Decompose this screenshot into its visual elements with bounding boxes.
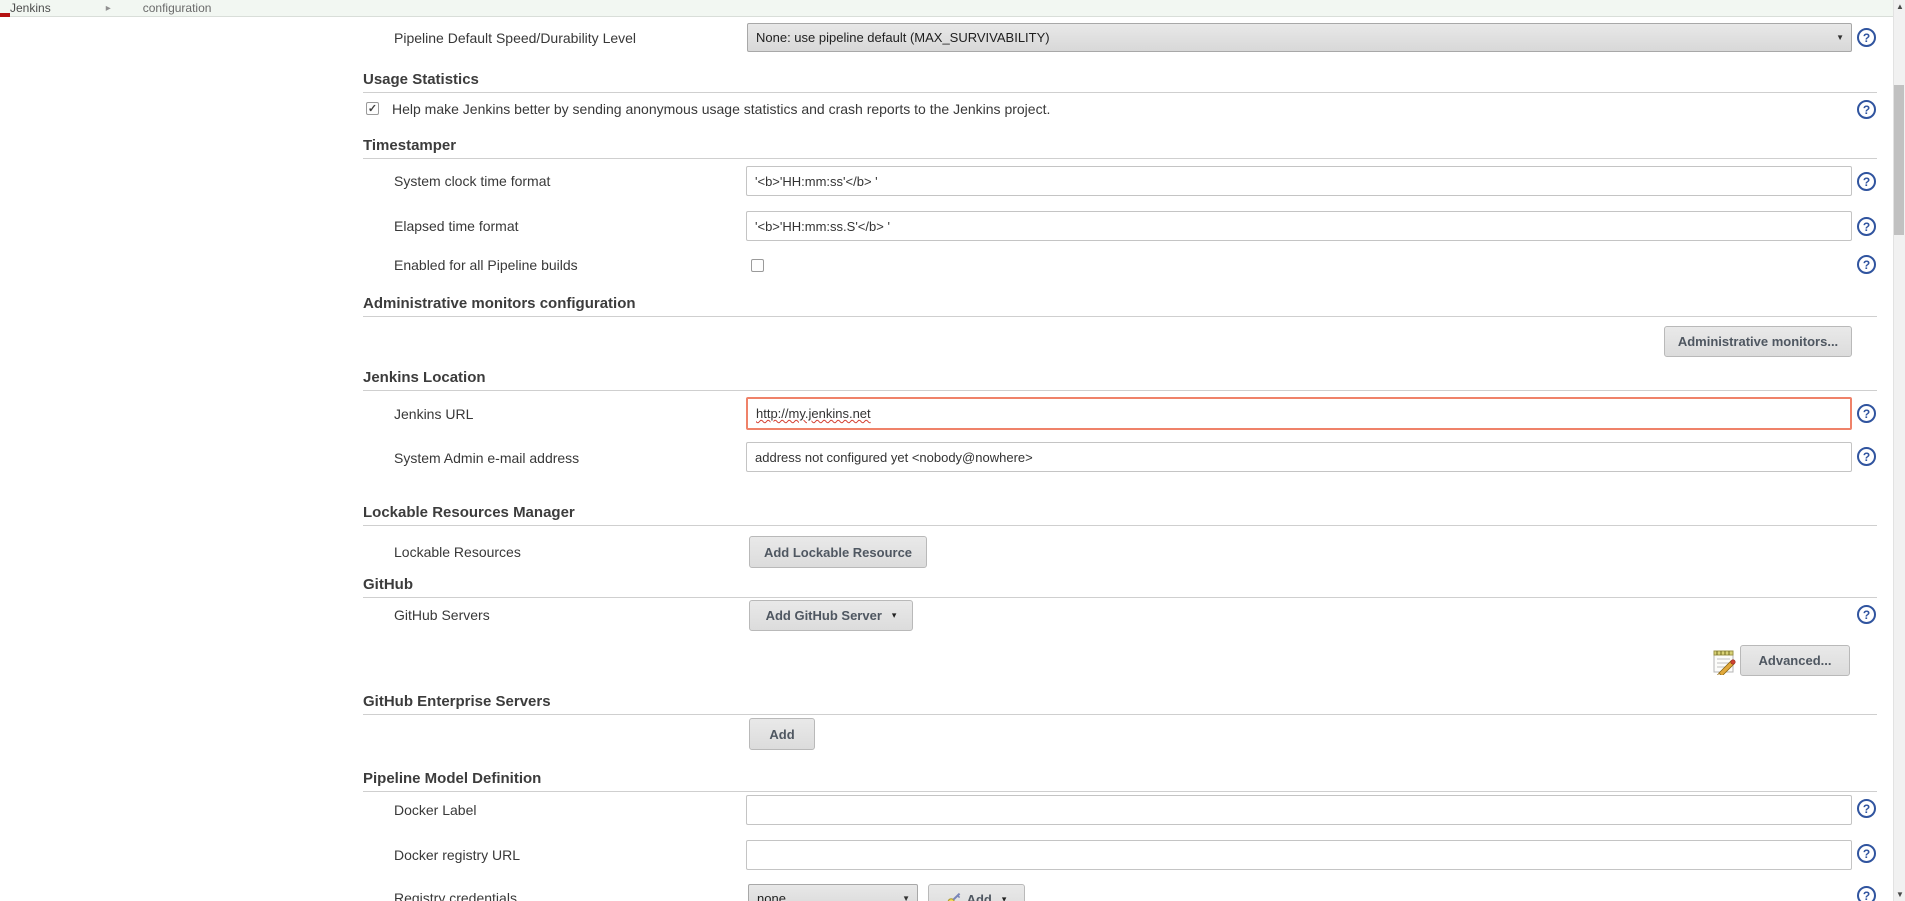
breadcrumb: Jenkins ▸ configuration	[0, 0, 1893, 17]
chevron-down-icon: ▾	[892, 610, 897, 621]
key-icon	[947, 892, 962, 901]
jenkins-configuration-page: Jenkins ▸ configuration Pipeline Default…	[0, 0, 1905, 901]
chevron-down-icon: ▾	[1002, 894, 1007, 901]
section-rule	[363, 390, 1877, 391]
administrative-monitors-button[interactable]: Administrative monitors...	[1664, 326, 1852, 357]
durability-label: Pipeline Default Speed/Durability Level	[394, 30, 636, 46]
usage-statistics-help-icon[interactable]: ?	[1857, 100, 1876, 119]
section-rule	[363, 316, 1877, 317]
breadcrumb-configuration-link[interactable]: configuration	[143, 1, 212, 15]
admin-monitors-header: Administrative monitors configuration	[363, 295, 636, 312]
github-advanced-button-label: Advanced...	[1759, 653, 1832, 668]
add-github-server-button-label: Add GitHub Server	[766, 608, 882, 623]
section-rule	[363, 525, 1877, 526]
github-advanced-button[interactable]: Advanced...	[1740, 645, 1850, 676]
docker-label-help-icon[interactable]: ?	[1857, 799, 1876, 818]
add-lockable-resource-button[interactable]: Add Lockable Resource	[749, 536, 927, 568]
registry-credentials-help-icon[interactable]: ?	[1857, 886, 1876, 901]
timestamper-header: Timestamper	[363, 137, 456, 154]
pipeline-builds-label: Enabled for all Pipeline builds	[394, 257, 578, 273]
pipeline-model-header: Pipeline Model Definition	[363, 770, 541, 787]
jenkins-location-header: Jenkins Location	[363, 369, 486, 386]
credentials-add-button-label: Add	[967, 892, 992, 901]
system-clock-format-input[interactable]: '<b>'HH:mm:ss'</b> '	[746, 166, 1852, 196]
elapsed-time-format-value: '<b>'HH:mm:ss.S'</b> '	[755, 219, 890, 234]
section-rule	[363, 597, 1877, 598]
section-rule	[363, 158, 1877, 159]
credentials-add-button[interactable]: Add ▾	[928, 884, 1025, 901]
chevron-down-icon: ▼	[902, 894, 910, 901]
github-enterprise-add-button[interactable]: Add	[749, 718, 815, 750]
add-github-server-button[interactable]: Add GitHub Server ▾	[749, 600, 913, 631]
system-clock-format-label: System clock time format	[394, 173, 550, 189]
registry-credentials-label: Registry credentials	[394, 890, 517, 901]
docker-label-label: Docker Label	[394, 802, 477, 818]
lockable-resources-header: Lockable Resources Manager	[363, 504, 575, 521]
github-servers-help-icon[interactable]: ?	[1857, 605, 1876, 624]
registry-credentials-select-value: none	[757, 891, 902, 901]
checkmark-icon: ✓	[368, 102, 377, 115]
usage-statistics-checkbox-label: Help make Jenkins better by sending anon…	[392, 101, 1050, 117]
github-enterprise-header: GitHub Enterprise Servers	[363, 693, 551, 710]
usage-statistics-header: Usage Statistics	[363, 71, 479, 88]
lockable-resources-label: Lockable Resources	[394, 544, 521, 560]
system-clock-format-help-icon[interactable]: ?	[1857, 172, 1876, 191]
pipeline-builds-checkbox[interactable]	[751, 259, 764, 272]
docker-label-input[interactable]	[746, 795, 1852, 825]
jenkins-url-input[interactable]: http://my.jenkins.net	[746, 397, 1852, 430]
admin-email-value: address not configured yet <nobody@nowhe…	[755, 450, 1033, 465]
admin-email-label: System Admin e-mail address	[394, 450, 579, 466]
scroll-up-icon[interactable]: ▲	[1894, 2, 1905, 11]
docker-registry-url-input[interactable]	[746, 840, 1852, 870]
section-rule	[363, 791, 1877, 792]
admin-email-input[interactable]: address not configured yet <nobody@nowhe…	[746, 442, 1852, 472]
pipeline-builds-help-icon[interactable]: ?	[1857, 255, 1876, 274]
section-rule	[363, 714, 1877, 715]
elapsed-time-format-input[interactable]: '<b>'HH:mm:ss.S'</b> '	[746, 211, 1852, 241]
jenkins-url-label: Jenkins URL	[394, 406, 473, 422]
durability-select-value: None: use pipeline default (MAX_SURVIVAB…	[756, 30, 1836, 45]
section-rule	[363, 92, 1877, 93]
durability-help-icon[interactable]: ?	[1857, 28, 1876, 47]
admin-email-help-icon[interactable]: ?	[1857, 447, 1876, 466]
docker-registry-url-label: Docker registry URL	[394, 847, 520, 863]
registry-credentials-select[interactable]: none ▼	[748, 884, 918, 901]
github-header: GitHub	[363, 576, 413, 593]
jenkins-url-value: http://my.jenkins.net	[756, 406, 871, 421]
notepad-edit-icon[interactable]	[1711, 647, 1737, 675]
breadcrumb-arrow-icon: ▸	[106, 3, 111, 14]
jenkins-url-help-icon[interactable]: ?	[1857, 404, 1876, 423]
docker-registry-url-help-icon[interactable]: ?	[1857, 844, 1876, 863]
elapsed-time-format-label: Elapsed time format	[394, 218, 519, 234]
scrollbar-thumb[interactable]	[1894, 85, 1904, 235]
red-notch	[0, 13, 10, 17]
github-enterprise-add-button-label: Add	[769, 727, 794, 742]
breadcrumb-jenkins-link[interactable]: Jenkins	[10, 1, 51, 15]
usage-statistics-checkbox[interactable]: ✓	[366, 102, 379, 115]
chevron-down-icon: ▼	[1836, 33, 1844, 42]
scroll-down-icon[interactable]: ▼	[1894, 890, 1905, 899]
administrative-monitors-button-label: Administrative monitors...	[1678, 334, 1838, 349]
system-clock-format-value: '<b>'HH:mm:ss'</b> '	[755, 174, 878, 189]
elapsed-time-format-help-icon[interactable]: ?	[1857, 217, 1876, 236]
durability-select[interactable]: None: use pipeline default (MAX_SURVIVAB…	[747, 23, 1852, 52]
add-lockable-resource-button-label: Add Lockable Resource	[764, 545, 912, 560]
github-servers-label: GitHub Servers	[394, 607, 490, 623]
